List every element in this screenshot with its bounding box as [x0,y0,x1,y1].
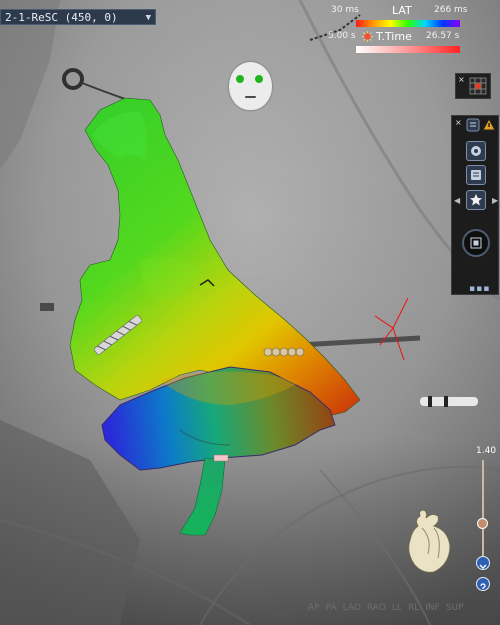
help-button[interactable] [476,577,490,591]
zoom-slider-track[interactable] [482,460,484,556]
reset-view-button[interactable] [462,229,490,257]
view-button-ap[interactable]: AP [308,603,320,613]
time-min-label: 5.00 s [328,31,356,41]
chevron-right-icon[interactable]: ▶ [492,196,498,205]
tags-button[interactable] [466,165,486,185]
settings-icon [471,146,481,156]
favorite-button[interactable] [466,190,486,210]
lat-color-bar [356,20,460,27]
more-options-icon[interactable]: ▪▪▪ [469,284,490,294]
view-button-lao[interactable]: LAO [343,603,361,613]
patient-orientation-face-icon[interactable] [229,62,272,110]
time-max-label: 26.57 s [426,31,460,41]
map-selector-dropdown[interactable]: 2-1-ReSC (450, 0) ▼ [0,9,156,25]
view-button-inf[interactable]: INF [425,603,440,613]
star-icon [470,194,482,206]
chevron-down-icon [479,564,487,569]
warning-icon[interactable] [482,118,496,131]
view-orientation-buttons: AP PA LAO RAO LL RL INF SUP [308,603,470,613]
mapping-viewport[interactable]: 2-1-ReSC (450, 0) ▼ 30 ms LAT 266 ms 5.0… [0,0,500,625]
color-scale-legend: 30 ms LAT 266 ms 5.00 s T.Time 26.57 s [328,4,468,54]
help-icon [480,583,486,589]
lat-max-label: 266 ms [434,5,468,15]
map-selector-label: 2-1-ReSC (450, 0) [5,11,118,24]
zoom-value: 1.40 [476,446,497,456]
zoom-slider-thumb[interactable] [477,518,488,529]
view-button-rao[interactable]: RAO [367,603,386,613]
time-color-bar [356,46,460,53]
timer-icon [362,31,373,45]
view-button-rl[interactable]: RL [408,603,419,613]
grid-icon[interactable] [469,77,487,95]
pin-icon[interactable] [466,118,480,132]
time-title: T.Time [376,30,412,43]
close-icon[interactable]: × [458,75,465,84]
side-toolbar: × ◀ ▶ ▪▪▪ [451,115,499,295]
chevron-down-icon: ▼ [145,13,151,23]
mouth [245,96,256,98]
view-button-pa[interactable]: PA [326,603,337,613]
settings-button[interactable] [466,141,486,161]
mini-panel: × [455,73,491,99]
reset-view-icon [470,237,482,249]
heart-orientation-icon[interactable] [404,508,454,574]
lat-min-label: 30 ms [331,5,359,15]
lat-title: LAT [392,4,412,17]
tag-icon [471,170,481,180]
chevron-left-icon[interactable]: ◀ [454,196,460,205]
close-icon[interactable]: × [455,118,462,127]
left-eye [236,75,244,83]
view-button-ll[interactable]: LL [392,603,402,613]
zoom-down-button[interactable] [476,556,490,570]
view-button-sup[interactable]: SUP [446,603,464,613]
right-eye [255,75,263,83]
